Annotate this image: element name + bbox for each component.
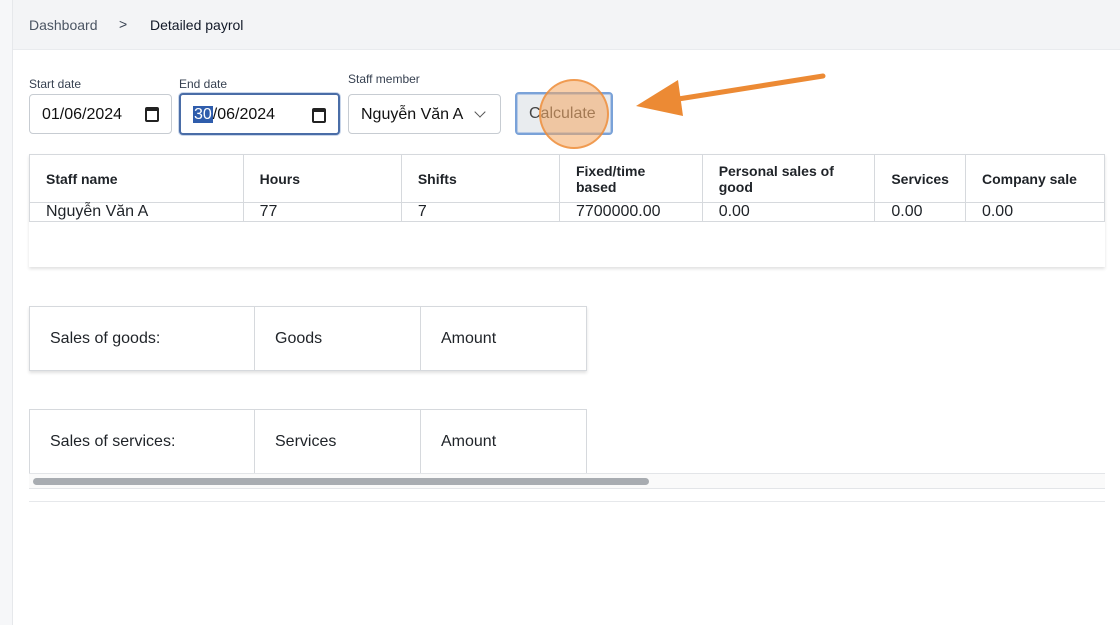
cell-shifts: 7 — [400, 202, 560, 222]
end-date-label: End date — [179, 77, 228, 91]
services-amount-column: Amount — [420, 409, 587, 474]
annotation-arrow-icon — [636, 73, 826, 116]
breadcrumb-dashboard-link[interactable]: Dashboard — [29, 17, 98, 33]
header-hours: Hours — [242, 154, 402, 203]
header-personal-sales: Personal sales of good — [701, 154, 876, 203]
header-staff-name: Staff name — [29, 154, 244, 203]
services-label: Sales of services: — [29, 409, 255, 474]
cell-staff-name: Nguyễn Văn A — [29, 202, 244, 222]
header-fixed-time: Fixed/time based — [558, 154, 703, 203]
header-shifts: Shifts — [400, 154, 560, 203]
goods-sales-table: Sales of goods: Goods Amount — [29, 306, 587, 371]
calculate-button[interactable]: Calculate — [515, 92, 613, 135]
end-date-value: 30/06/2024 — [193, 106, 275, 124]
payroll-table-container: Staff name Hours Shifts Fixed/time based… — [29, 154, 1105, 267]
goods-amount-column: Amount — [420, 306, 587, 371]
header-services: Services — [874, 154, 966, 203]
horizontal-scrollbar[interactable] — [29, 473, 1105, 489]
start-date-value: 01/06/2024 — [42, 106, 123, 123]
table-row: Nguyễn Văn A 77 7 7700000.00 0.00 0.00 0… — [29, 202, 1105, 222]
end-date-rest: /06/2024 — [212, 106, 276, 123]
breadcrumb-chevron-icon: > — [119, 16, 128, 32]
divider — [29, 501, 1105, 502]
cell-company-sale: 0.00 — [964, 202, 1105, 222]
scrollbar-thumb[interactable] — [33, 478, 649, 485]
header-company-sale: Company sale — [964, 154, 1105, 203]
payroll-header-row: Staff name Hours Shifts Fixed/time based… — [29, 154, 1105, 203]
staff-member-select[interactable]: Nguyễn Văn A — [348, 94, 501, 134]
table-row: Sales of goods: Goods Amount — [29, 306, 587, 371]
cell-hours: 77 — [242, 202, 402, 222]
services-column: Services — [254, 409, 421, 474]
calendar-icon[interactable] — [312, 108, 326, 123]
services-sales-table: Sales of services: Services Amount — [29, 409, 587, 474]
cell-fixed-time: 7700000.00 — [558, 202, 703, 222]
chevron-down-icon — [474, 106, 486, 118]
goods-label: Sales of goods: — [29, 306, 255, 371]
staff-member-value: Nguyễn Văn A — [361, 106, 464, 123]
staff-member-label: Staff member — [348, 72, 420, 86]
page-title: Detailed payrol — [150, 17, 244, 33]
end-date-input[interactable]: 30/06/2024 — [179, 93, 340, 135]
cell-services: 0.00 — [874, 202, 966, 222]
calendar-icon[interactable] — [145, 107, 159, 122]
left-rail — [0, 0, 13, 625]
table-row: Sales of services: Services Amount — [29, 409, 587, 474]
cell-personal-sales: 0.00 — [701, 202, 876, 222]
end-date-selected-day: 30 — [193, 106, 213, 123]
payroll-table: Staff name Hours Shifts Fixed/time based… — [29, 154, 1105, 222]
start-date-input[interactable]: 01/06/2024 — [29, 94, 172, 134]
start-date-label: Start date — [29, 77, 82, 91]
breadcrumb-bar: Dashboard > Detailed payrol — [13, 0, 1120, 50]
goods-column: Goods — [254, 306, 421, 371]
calculate-button-label: Calculate — [529, 105, 596, 122]
